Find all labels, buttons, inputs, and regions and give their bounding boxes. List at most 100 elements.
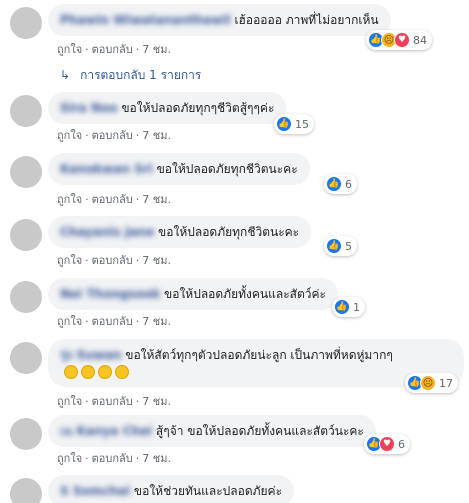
love-reaction-icon: ♥ [379,436,395,452]
separator: · [135,43,140,56]
reaction-count: 17 [439,376,453,390]
timestamp[interactable]: 7 ชม. [142,193,171,206]
reply-link[interactable]: ตอบกลับ [92,395,133,408]
commenter-name[interactable]: Phawin Wiwatananthawil [60,12,231,28]
reaction-count: 6 [345,177,352,191]
separator: · [85,43,89,56]
avatar[interactable] [10,281,42,313]
comment-actions: ถูกใจ · ตอบกลับ · 7 ชม. [57,251,171,269]
reaction-count: 5 [345,239,352,253]
sad-face-emoji-icon [64,364,78,379]
comment-bubble: รุ่ง Suwan ขอให้สัตว์ทุกๆตัวปลอดภัยน่ะลู… [48,339,464,387]
timestamp[interactable]: 7 ชม. [142,43,171,56]
commenter-name[interactable]: รุ่ง Suwan [60,347,121,363]
comment-bubble: Sira Noo ขอให้ปลอดภัยทุกๆชีวิตสู้ๆๆค่ะ [48,92,287,124]
comment-actions: ถูกใจ · ตอบกลับ · 7 ชม. [57,40,171,58]
comment-text: ขอให้ปลอดภัยทุกชีวิตนะคะ [158,225,300,239]
avatar[interactable] [10,219,42,251]
reaction-count: 84 [413,33,427,47]
comment-text: ขอให้ปลอดภัยทั้งคนและสัตว์ค่ะ [164,287,326,301]
avatar[interactable] [10,342,42,374]
reactions-summary[interactable]: 👍 ♥ 6 [364,434,410,454]
avatar[interactable] [10,418,42,450]
separator: · [85,395,89,408]
comment-actions: ถูกใจ · ตอบกลับ · 7 ชม. [57,449,171,467]
reply-link[interactable]: ตอบกลับ [92,254,133,267]
comment-text: ขอให้ปลอดภัยทุกชีวิตนะคะ [156,162,298,176]
view-replies-link[interactable]: ↳ การตอบกลับ 1 รายการ [60,66,201,85]
commenter-name[interactable]: Kanokwan Sri [60,161,153,177]
comment-actions: ถูกใจ · ตอบกลับ · 7 ชม. [57,126,171,144]
timestamp[interactable]: 7 ชม. [142,129,171,142]
separator: · [135,452,140,465]
comment-actions: ถูกใจ · ตอบกลับ · 7 ชม. [57,392,171,410]
reactions-summary[interactable]: 👍 1 [332,297,365,317]
avatar[interactable] [10,95,42,127]
reply-link[interactable]: ตอบกลับ [92,193,133,206]
love-reaction-icon: ♥ [394,32,410,48]
comment-text: เฮ้อออออ ภาพที่ไม่อยากเห็น [234,13,379,27]
timestamp[interactable]: 7 ชม. [142,315,171,328]
comment-bubble: S Somchai ขอให้ช่วยทันและปลอดภัยค่ะ [48,475,295,503]
reactions-summary[interactable]: 👍 5 [324,236,357,256]
avatar[interactable] [10,7,42,39]
comment-bubble: Chayanis Jane ขอให้ปลอดภัยทุกชีวิตนะคะ [48,216,312,248]
like-link[interactable]: ถูกใจ [57,193,82,206]
like-reaction-icon: 👍 [326,238,342,254]
comment-text: ขอให้ปลอดภัยทุกๆชีวิตสู้ๆๆค่ะ [121,101,275,115]
separator: · [85,315,89,328]
reactions-summary[interactable]: 👍 15 [274,114,314,134]
reaction-count: 15 [295,117,309,131]
separator: · [85,452,89,465]
commenter-name[interactable]: Chayanis Jane [60,224,154,240]
like-link[interactable]: ถูกใจ [57,254,82,267]
sad-face-emoji-icon [81,364,95,379]
comment-text: สู้ๆจ้า ขอให้ปลอดภัยทั้งคนและสัตว์นะคะ [155,424,364,438]
comment-bubble: เน Kanya Chai สู้ๆจ้า ขอให้ปลอดภัยทั้งคน… [48,415,376,447]
reaction-count: 6 [398,437,405,451]
separator: · [85,193,89,206]
emoji-row [64,364,129,379]
reaction-count: 1 [353,300,360,314]
like-link[interactable]: ถูกใจ [57,452,82,465]
reactions-summary[interactable]: 👍 ☹ 17 [405,373,458,393]
separator: · [135,193,140,206]
reactions-summary[interactable]: 👍 6 [324,174,357,194]
commenter-name[interactable]: Sira Noo [60,100,117,116]
comment-text: ขอให้ช่วยทันและปลอดภัยค่ะ [133,484,283,498]
comment-text: ขอให้สัตว์ทุกๆตัวปลอดภัยน่ะลูก เป็นภาพที… [125,348,393,362]
separator: · [85,254,89,267]
like-link[interactable]: ถูกใจ [57,129,82,142]
commenter-name[interactable]: S Somchai [60,483,130,499]
like-reaction-icon: 👍 [334,299,350,315]
timestamp[interactable]: 7 ชม. [142,254,171,267]
reply-link[interactable]: ตอบกลับ [92,43,133,56]
reactions-summary[interactable]: 👍 ☹ ♥ 84 [366,30,432,50]
commenter-name[interactable]: Nei Thongsook [60,286,160,302]
timestamp[interactable]: 7 ชม. [142,395,171,408]
separator: · [135,315,140,328]
comment-bubble: Phawin Wiwatananthawil เฮ้อออออ ภาพที่ไม… [48,4,391,36]
like-link[interactable]: ถูกใจ [57,315,82,328]
avatar[interactable] [10,478,42,503]
crying-face-emoji-icon [115,364,129,379]
comment-bubble: Kanokwan Sri ขอให้ปลอดภัยทุกชีวิตนะคะ [48,153,310,185]
view-replies-label: การตอบกลับ 1 รายการ [80,68,202,82]
reply-link[interactable]: ตอบกลับ [92,129,133,142]
reply-link[interactable]: ตอบกลับ [92,452,133,465]
avatar[interactable] [10,156,42,188]
commenter-name[interactable]: เน Kanya Chai [60,423,152,439]
separator: · [135,254,140,267]
separator: · [135,395,140,408]
like-link[interactable]: ถูกใจ [57,43,82,56]
comment-bubble: Nei Thongsook ขอให้ปลอดภัยทั้งคนและสัตว์… [48,278,338,310]
separator: · [85,129,89,142]
sad-reaction-icon: ☹ [420,375,436,391]
comment-actions: ถูกใจ · ตอบกลับ · 7 ชม. [57,190,171,208]
like-reaction-icon: 👍 [326,176,342,192]
timestamp[interactable]: 7 ชม. [142,452,171,465]
like-link[interactable]: ถูกใจ [57,395,82,408]
separator: · [135,129,140,142]
like-reaction-icon: 👍 [276,116,292,132]
reply-link[interactable]: ตอบกลับ [92,315,133,328]
